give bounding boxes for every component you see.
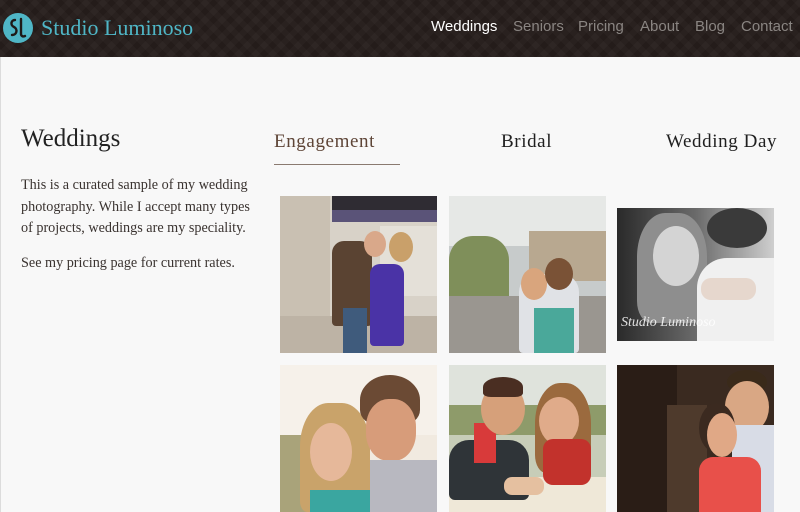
nav-about[interactable]: About xyxy=(640,18,679,36)
gallery-photo[interactable] xyxy=(449,196,606,353)
gallery-photo[interactable] xyxy=(280,196,437,353)
brand-name[interactable]: Studio Luminoso xyxy=(41,14,193,42)
gallery-photo[interactable] xyxy=(280,365,437,512)
nav-contact[interactable]: Contact xyxy=(741,18,793,36)
gallery-photo[interactable]: Studio Luminoso xyxy=(617,208,774,341)
sl-monogram-icon[interactable] xyxy=(3,13,33,43)
intro-text: This is a curated sample of my wedding p… xyxy=(21,177,250,236)
nav-weddings[interactable]: Weddings xyxy=(431,18,497,36)
tab-active-indicator xyxy=(274,164,400,165)
nav-seniors[interactable]: Seniors xyxy=(513,18,564,36)
gallery-photo[interactable] xyxy=(449,365,606,512)
photo-watermark: Studio Luminoso xyxy=(621,315,716,330)
pricing-note: See my pricing page for current rates. xyxy=(21,255,235,271)
page-title: Weddings xyxy=(21,125,121,152)
top-navbar: Studio Luminoso Weddings Seniors Pricing… xyxy=(0,0,800,57)
gallery-photo[interactable] xyxy=(617,365,774,512)
content-border xyxy=(0,57,1,512)
tab-engagement[interactable]: Engagement xyxy=(274,130,375,154)
tab-wedding-day[interactable]: Wedding Day xyxy=(666,130,777,154)
nav-pricing[interactable]: Pricing xyxy=(578,18,624,36)
nav-blog[interactable]: Blog xyxy=(695,18,725,36)
tab-bridal[interactable]: Bridal xyxy=(501,130,552,154)
